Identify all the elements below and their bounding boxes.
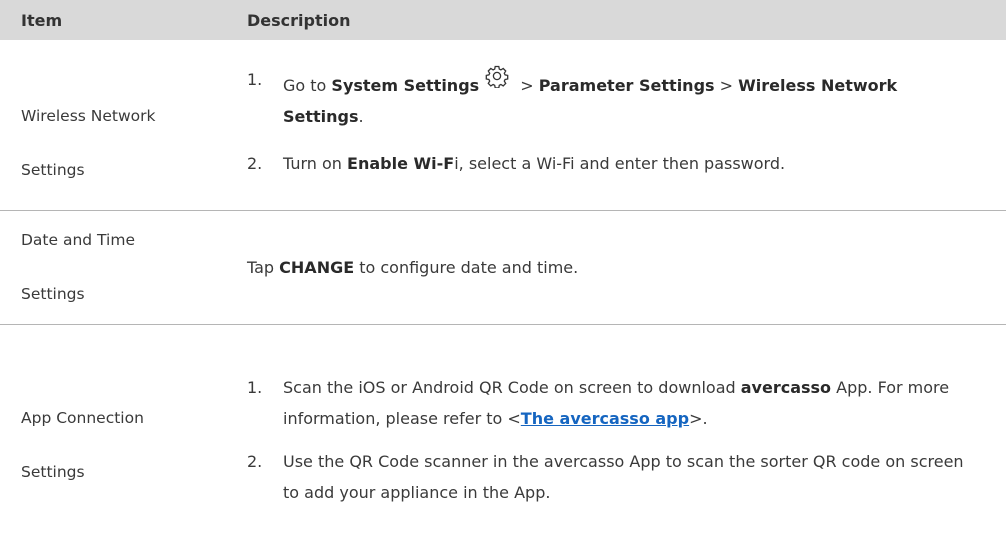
app-name: avercasso	[740, 378, 832, 397]
item-label: Wireless Network Settings	[21, 89, 156, 197]
step-number: 1.	[247, 70, 263, 89]
step-text: Scan the iOS or Android QR Code on scree…	[283, 378, 741, 397]
table-row: Date and Time Settings Tap CHANGE to con…	[0, 211, 1006, 325]
path-separator: >	[515, 76, 539, 95]
item-label-line: Settings	[21, 285, 85, 303]
gear-icon	[485, 64, 509, 89]
step-text: to configure date and time.	[354, 258, 579, 277]
step-text: Tap	[247, 258, 280, 277]
avercasso-app-link[interactable]: The avercasso app	[521, 409, 689, 428]
header-description: Description	[247, 11, 351, 30]
step-text: .	[358, 107, 364, 126]
step-item: 2. Turn on Enable Wi-Fi, select a Wi-Fi …	[247, 148, 977, 179]
menu-path-system-settings: System Settings	[331, 76, 480, 95]
step-number: 2.	[247, 154, 263, 173]
step-item: 1. Scan the iOS or Android QR Code on sc…	[247, 372, 977, 434]
path-separator: >	[714, 76, 739, 95]
description-cell: 1. Scan the iOS or Android QR Code on sc…	[247, 372, 977, 508]
step-text: Use the QR Code scanner in the avercasso…	[283, 452, 964, 502]
item-label-line: Settings	[21, 463, 85, 481]
item-label-line: Settings	[21, 161, 85, 179]
option-enable-wifi: Enable Wi-F	[347, 154, 455, 173]
step-item: 2. Use the QR Code scanner in the averca…	[247, 446, 977, 508]
step-text: i, select a Wi-Fi and enter then passwor…	[454, 154, 786, 173]
table-row: Wireless Network Settings 1. Go to Syste…	[0, 40, 1006, 211]
step-number: 2.	[247, 452, 263, 471]
menu-path-parameter-settings: Parameter Settings	[538, 76, 715, 95]
item-label: Date and Time Settings	[21, 213, 135, 321]
description-cell: 1. Go to System Settings > Parameter Set…	[247, 64, 977, 179]
item-label-line: App Connection	[21, 409, 144, 427]
step-text: >.	[689, 409, 708, 428]
item-label-line: Wireless Network	[21, 107, 156, 125]
step-text: Turn on	[283, 154, 348, 173]
change-label: CHANGE	[279, 258, 355, 277]
item-label: App Connection Settings	[21, 391, 144, 499]
step-text: Go to	[283, 76, 332, 95]
header-item: Item	[21, 11, 63, 30]
step-number: 1.	[247, 378, 263, 397]
table-row: App Connection Settings 1. Scan the iOS …	[0, 325, 1006, 553]
step-item: 1. Go to System Settings > Parameter Set…	[247, 64, 977, 132]
item-label-line: Date and Time	[21, 231, 135, 249]
table-header: Item Description	[0, 0, 1006, 40]
description-cell: Tap CHANGE to configure date and time.	[247, 252, 977, 283]
